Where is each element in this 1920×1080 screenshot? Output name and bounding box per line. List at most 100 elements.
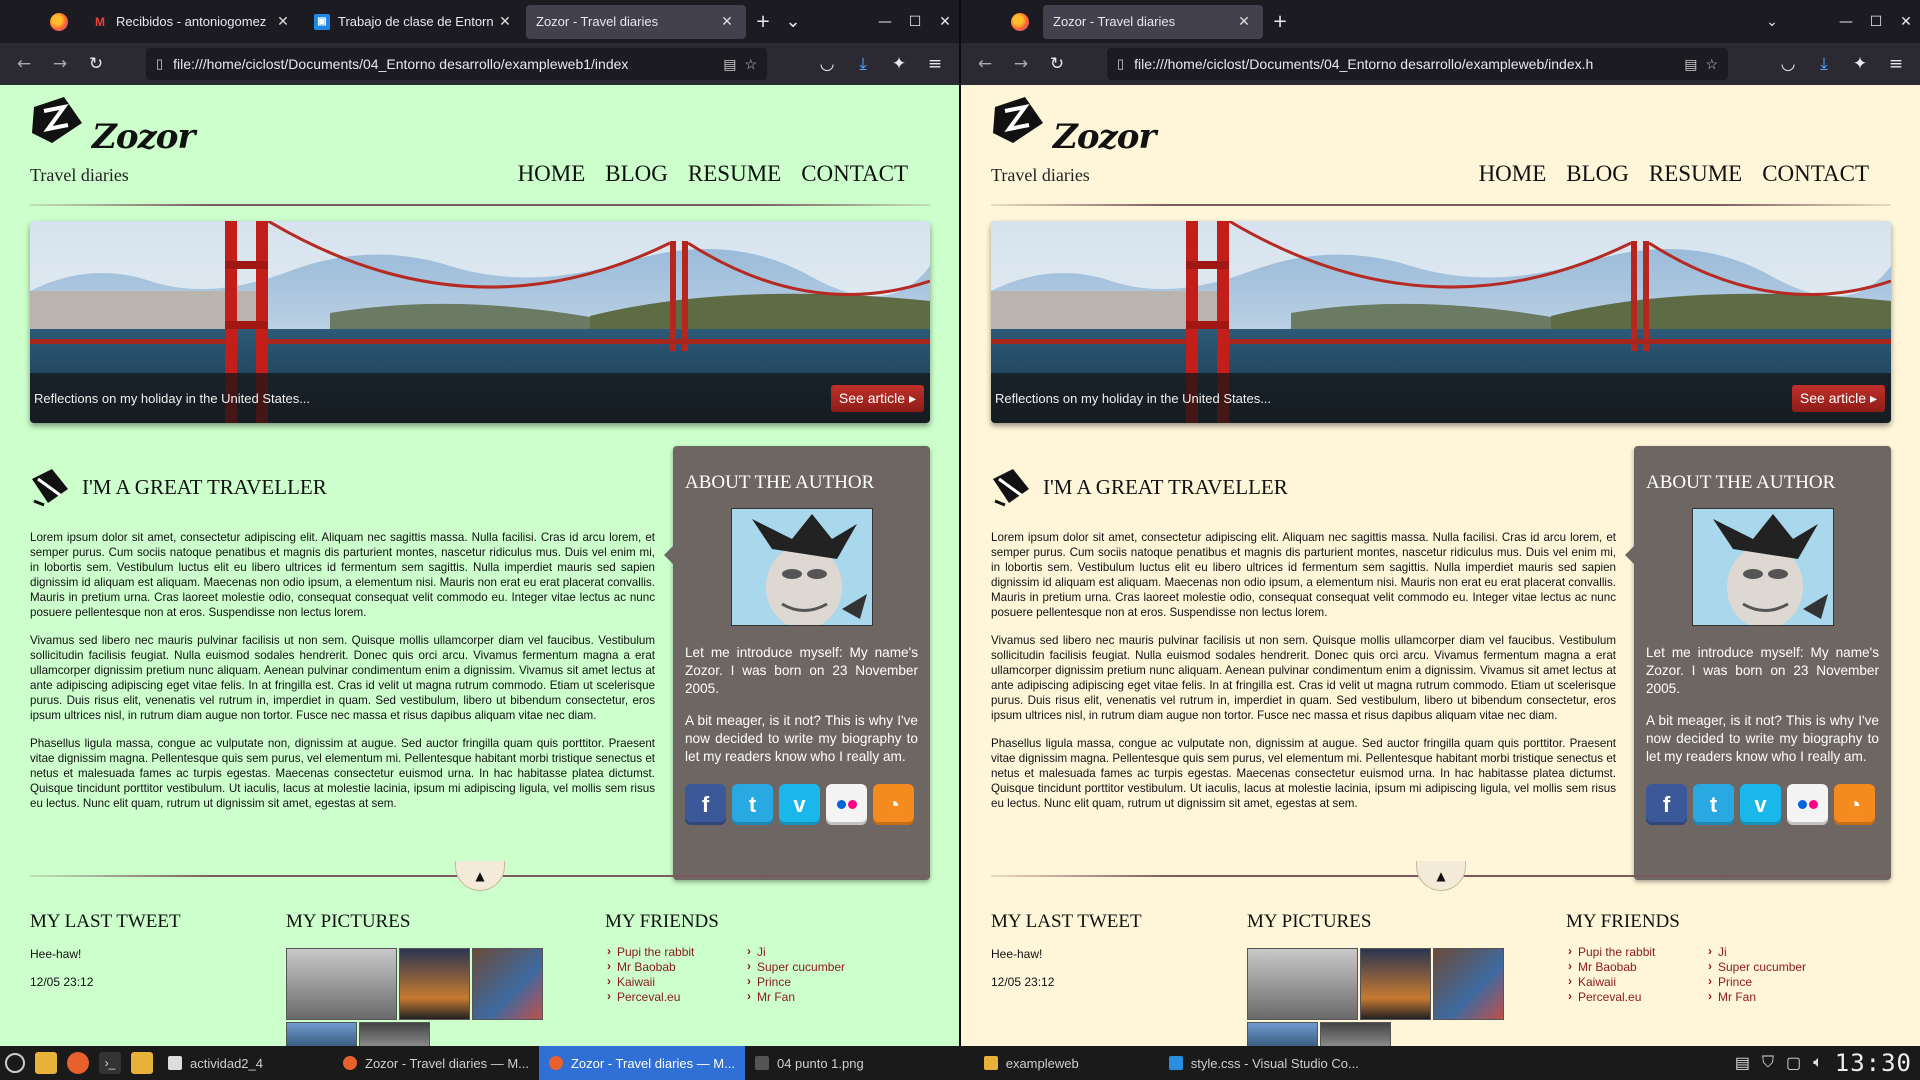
clock[interactable]: 13:30 xyxy=(1835,1049,1912,1077)
twitter-icon[interactable]: t xyxy=(732,784,773,825)
gallery-photo[interactable] xyxy=(1247,948,1358,1020)
list-tabs-icon[interactable]: ⌄ xyxy=(1764,14,1780,30)
bookmark-star-icon[interactable]: ☆ xyxy=(744,56,757,73)
extensions-icon[interactable]: ✦ xyxy=(1844,48,1876,80)
taskbar-item[interactable]: Zozor - Travel diaries — M... xyxy=(333,1046,539,1080)
tab-zozor[interactable]: Zozor - Travel diaries ✕ xyxy=(1043,4,1263,39)
minimize-icon[interactable]: — xyxy=(1838,14,1854,30)
friend-link[interactable]: Ji xyxy=(1706,944,1846,960)
friend-link[interactable]: Mr Fan xyxy=(1706,989,1846,1005)
maximize-icon[interactable]: ☐ xyxy=(1868,14,1884,30)
friend-link[interactable]: Prince xyxy=(745,974,885,990)
rss-icon[interactable]: ◔ xyxy=(1834,784,1875,825)
gallery-photo[interactable] xyxy=(1247,1022,1318,1046)
friend-link[interactable]: Super cucumber xyxy=(1706,959,1846,975)
logo[interactable]: Zozor xyxy=(991,95,1156,157)
gallery-photo[interactable] xyxy=(1320,1022,1391,1046)
close-icon[interactable]: ✕ xyxy=(937,14,953,30)
terminal-icon[interactable]: ›_ xyxy=(99,1052,121,1074)
gallery-photo[interactable] xyxy=(399,948,470,1020)
firefox-launcher-icon[interactable] xyxy=(67,1052,89,1074)
friend-link[interactable]: Pupi the rabbit xyxy=(605,944,745,960)
vimeo-icon[interactable]: v xyxy=(1740,784,1781,825)
taskbar-item[interactable]: 04 punto 1.png xyxy=(745,1046,874,1080)
friend-link[interactable]: Super cucumber xyxy=(745,959,885,975)
flickr-icon[interactable] xyxy=(826,784,867,825)
taskbar-item[interactable]: Zozor - Travel diaries — M... xyxy=(538,1046,745,1080)
friend-link[interactable]: Mr Fan xyxy=(745,989,885,1005)
clipboard-icon[interactable]: ▤ xyxy=(1735,1053,1750,1073)
friend-link[interactable]: Kaiwaii xyxy=(605,974,745,990)
see-article-button[interactable]: See article ▸ xyxy=(1791,384,1885,412)
new-tab-icon[interactable]: + xyxy=(748,11,778,32)
menu-home[interactable]: HOME xyxy=(518,161,586,187)
forward-icon[interactable]: → xyxy=(44,48,76,80)
reload-icon[interactable]: ↻ xyxy=(1041,48,1073,80)
vimeo-icon[interactable]: v xyxy=(779,784,820,825)
menu-resume[interactable]: RESUME xyxy=(688,161,781,187)
logo[interactable]: Zozor xyxy=(30,95,195,157)
close-tab-icon[interactable]: ✕ xyxy=(274,13,292,30)
url-bar[interactable]: ▯ file:///home/ciclost/Documents/04_Ento… xyxy=(146,48,767,80)
friend-link[interactable]: Mr Baobab xyxy=(605,959,745,975)
menu-blog[interactable]: BLOG xyxy=(605,161,668,187)
friend-link[interactable]: Perceval.eu xyxy=(1566,989,1706,1005)
download-icon[interactable]: ⤓ xyxy=(847,48,879,80)
menu-blog[interactable]: BLOG xyxy=(1566,161,1629,187)
url-bar[interactable]: ▯ file:///home/ciclost/Documents/04_Ento… xyxy=(1107,48,1728,80)
gallery-photo[interactable] xyxy=(286,948,397,1020)
close-icon[interactable]: ✕ xyxy=(1898,14,1914,30)
reload-icon[interactable]: ↻ xyxy=(80,48,112,80)
menu-resume[interactable]: RESUME xyxy=(1649,161,1742,187)
friend-link[interactable]: Perceval.eu xyxy=(605,989,745,1005)
bookmark-star-icon[interactable]: ☆ xyxy=(1705,56,1718,73)
app-menu-icon[interactable] xyxy=(5,1053,25,1073)
reader-view-icon[interactable]: ▤ xyxy=(1684,56,1697,73)
firefox-icon[interactable] xyxy=(1011,12,1029,31)
pocket-icon[interactable]: ◡ xyxy=(1772,48,1804,80)
friend-link[interactable]: Pupi the rabbit xyxy=(1566,944,1706,960)
taskbar-item[interactable]: style.css - Visual Studio Co... xyxy=(1159,1046,1369,1080)
back-icon[interactable]: ← xyxy=(8,48,40,80)
taskbar-item[interactable]: exampleweb xyxy=(974,1046,1089,1080)
close-tab-icon[interactable]: ✕ xyxy=(718,13,736,30)
back-icon[interactable]: ← xyxy=(969,48,1001,80)
files-icon[interactable] xyxy=(35,1052,57,1074)
pocket-icon[interactable]: ◡ xyxy=(811,48,843,80)
taskbar-item[interactable]: actividad2_4 xyxy=(158,1046,273,1080)
gallery-photo[interactable] xyxy=(286,1022,357,1046)
facebook-icon[interactable]: f xyxy=(1646,784,1687,825)
friend-link[interactable]: Kaiwaii xyxy=(1566,974,1706,990)
new-tab-icon[interactable]: + xyxy=(1265,11,1295,32)
menu-home[interactable]: HOME xyxy=(1479,161,1547,187)
firefox-icon[interactable] xyxy=(50,12,68,31)
menu-contact[interactable]: CONTACT xyxy=(801,161,908,187)
forward-icon[interactable]: → xyxy=(1005,48,1037,80)
list-tabs-icon[interactable]: ⌄ xyxy=(778,11,808,32)
see-article-button[interactable]: See article ▸ xyxy=(830,384,924,412)
gallery-photo[interactable] xyxy=(472,948,543,1020)
volume-icon[interactable]: 🔈︎ xyxy=(1813,1054,1823,1072)
twitter-icon[interactable]: t xyxy=(1693,784,1734,825)
download-icon[interactable]: ⤓ xyxy=(1808,48,1840,80)
friend-link[interactable]: Prince xyxy=(1706,974,1846,990)
facebook-icon[interactable]: f xyxy=(685,784,726,825)
menu-contact[interactable]: CONTACT xyxy=(1762,161,1869,187)
rss-icon[interactable]: ◔ xyxy=(873,784,914,825)
close-tab-icon[interactable]: ✕ xyxy=(496,13,514,30)
friend-link[interactable]: Mr Baobab xyxy=(1566,959,1706,975)
gallery-photo[interactable] xyxy=(359,1022,430,1046)
friend-link[interactable]: Ji xyxy=(745,944,885,960)
gallery-photo[interactable] xyxy=(1433,948,1504,1020)
window-icon[interactable]: ▢ xyxy=(1786,1053,1801,1073)
extensions-icon[interactable]: ✦ xyxy=(883,48,915,80)
tab-gmail[interactable]: M Recibidos - antoniogomez ✕ xyxy=(82,5,302,39)
maximize-icon[interactable]: ☐ xyxy=(907,14,923,30)
tab-classroom[interactable]: ▣ Trabajo de clase de Entorn ✕ xyxy=(304,5,524,39)
tab-zozor[interactable]: Zozor - Travel diaries ✕ xyxy=(526,4,746,39)
folder-icon[interactable] xyxy=(131,1052,153,1074)
gallery-photo[interactable] xyxy=(1360,948,1431,1020)
menu-icon[interactable]: ≡ xyxy=(919,48,951,80)
menu-icon[interactable]: ≡ xyxy=(1880,48,1912,80)
close-tab-icon[interactable]: ✕ xyxy=(1235,13,1253,30)
